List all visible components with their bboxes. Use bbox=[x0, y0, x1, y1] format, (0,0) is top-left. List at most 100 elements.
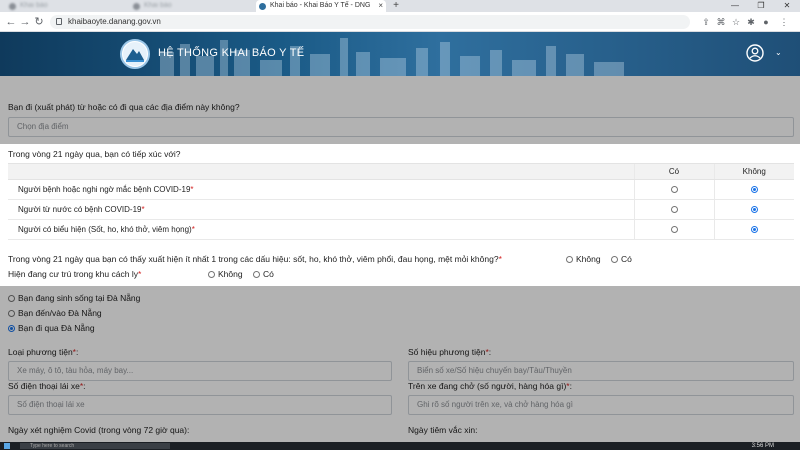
residence-option-arriving[interactable]: Bạn đến/vào Đà Nẵng bbox=[8, 308, 102, 318]
label-text: Số hiệu phương tiện bbox=[408, 347, 486, 357]
radio-no[interactable] bbox=[208, 271, 215, 279]
radio-yes[interactable] bbox=[670, 206, 678, 214]
window-controls: — ❐ ✕ bbox=[722, 0, 800, 12]
radio-no[interactable] bbox=[750, 206, 758, 214]
radio-passing[interactable] bbox=[8, 325, 15, 333]
radio-yes[interactable] bbox=[611, 256, 618, 264]
radio-living[interactable] bbox=[8, 295, 15, 303]
extensions-icon[interactable]: ✱ bbox=[745, 16, 757, 28]
symptoms-question-text: Trong vòng 21 ngày qua bạn có thấy xuất … bbox=[8, 254, 499, 264]
user-account-icon[interactable] bbox=[746, 44, 764, 62]
places-select[interactable]: Chọn địa điểm bbox=[8, 117, 794, 137]
url-field[interactable]: khaibaoyte.danang.gov.vn bbox=[50, 15, 690, 29]
taskbar-search[interactable]: Type here to search bbox=[20, 443, 170, 449]
option-label: Bạn đang sinh sống tại Đà Nẵng bbox=[18, 293, 141, 303]
symptoms-question: Trong vòng 21 ngày qua bạn có thấy xuất … bbox=[8, 254, 502, 264]
required-mark: * bbox=[79, 381, 84, 391]
lock-icon bbox=[56, 18, 62, 25]
tab-title: Khai báo bbox=[20, 2, 48, 9]
label-text: Số điện thoại lái xe bbox=[8, 381, 80, 391]
radio-yes[interactable] bbox=[253, 271, 260, 279]
vehicle-type-input[interactable]: Xe máy, ô tô, tàu hỏa, máy bay... bbox=[8, 361, 392, 381]
cargo-label: Trên xe đang chở (số người, hàng hóa gì)… bbox=[408, 381, 572, 391]
required-mark: * bbox=[190, 185, 194, 194]
windows-start-icon[interactable] bbox=[4, 443, 10, 449]
quarantine-question: Hiện đang cư trú trong khu cách ly* bbox=[8, 269, 141, 279]
symptoms-option-yes[interactable]: Có bbox=[611, 254, 632, 264]
column-header-yes: Có bbox=[633, 163, 714, 180]
radio-no[interactable] bbox=[750, 226, 758, 234]
back-icon[interactable]: ← bbox=[4, 15, 18, 29]
radio-yes[interactable] bbox=[670, 226, 678, 234]
quarantine-question-text: Hiện đang cư trú trong khu cách ly bbox=[8, 269, 138, 279]
required-mark: * bbox=[72, 347, 76, 357]
favicon-icon bbox=[9, 3, 16, 10]
address-bar: ← → ↻ khaibaoyte.danang.gov.vn ⇪ ⌘ ☆ ✱ ●… bbox=[0, 12, 800, 32]
close-tab-icon[interactable]: × bbox=[378, 0, 383, 12]
residence-option-living[interactable]: Bạn đang sinh sống tại Đà Nẵng bbox=[8, 293, 140, 303]
minimize-button[interactable]: — bbox=[722, 0, 748, 12]
site-title: HỆ THỐNG KHAI BÁO Y TẾ bbox=[158, 47, 305, 59]
contact-title: Trong vòng 21 ngày qua, bạn có tiếp xúc … bbox=[8, 149, 181, 159]
column-header-no: Không bbox=[713, 163, 794, 180]
vehicle-number-label: Số hiệu phương tiện*: bbox=[408, 347, 492, 357]
contact-row-label: Người từ nước có bệnh COVID-19 bbox=[18, 205, 142, 214]
symptoms-option-no[interactable]: Không bbox=[566, 254, 601, 264]
tab-title: Khai báo bbox=[144, 2, 172, 9]
radio-yes[interactable] bbox=[670, 186, 678, 194]
new-tab-button[interactable]: + bbox=[390, 0, 402, 12]
contact-row-label: Người có biểu hiện (Sốt, ho, khó thở, vi… bbox=[18, 225, 192, 234]
required-mark: * bbox=[141, 205, 145, 214]
danang-logo[interactable] bbox=[120, 39, 150, 69]
site-header: HỆ THỐNG KHAI BÁO Y TẾ bbox=[0, 32, 800, 76]
profile-icon[interactable]: ● bbox=[760, 16, 772, 28]
required-mark: * bbox=[485, 347, 489, 357]
quarantine-option-yes[interactable]: Có bbox=[253, 269, 274, 279]
quarantine-option-no[interactable]: Không bbox=[208, 269, 243, 279]
close-window-button[interactable]: ✕ bbox=[774, 0, 800, 12]
table-row: Người bệnh hoặc nghi ngờ mắc bệnh COVID-… bbox=[8, 179, 794, 200]
browser-tab-active[interactable]: Khai báo - Khai Báo Y Tế - DNG × bbox=[256, 0, 386, 12]
radio-arriving[interactable] bbox=[8, 310, 15, 318]
option-label: Có bbox=[263, 269, 274, 279]
browser-tab[interactable]: Khai báo bbox=[130, 0, 250, 12]
vehicle-number-input[interactable]: Biển số xe/Số hiệu chuyến bay/Tàu/Thuyền bbox=[408, 361, 794, 381]
cargo-input[interactable]: Ghi rõ số người trên xe, và chở hàng hóa… bbox=[408, 395, 794, 415]
vehicle-type-label: Loại phương tiện*: bbox=[8, 347, 79, 357]
contact-row-label: Người bệnh hoặc nghi ngờ mắc bệnh COVID-… bbox=[18, 185, 191, 194]
maximize-button[interactable]: ❐ bbox=[748, 0, 774, 12]
option-label: Có bbox=[621, 254, 632, 264]
menu-dots-icon[interactable]: ⋮ bbox=[778, 16, 790, 28]
reload-icon[interactable]: ↻ bbox=[32, 15, 46, 29]
share-icon[interactable]: ⇪ bbox=[700, 16, 712, 28]
driver-phone-label: Số điện thoại lái xe*: bbox=[8, 381, 86, 391]
favicon-icon bbox=[133, 3, 140, 10]
mountain-logo-icon bbox=[123, 42, 147, 66]
option-label: Không bbox=[218, 269, 243, 279]
option-label: Bạn đến/vào Đà Nẵng bbox=[18, 308, 102, 318]
taskbar-clock: 3:56 PM bbox=[751, 443, 774, 449]
option-label: Bạn đi qua Đà Nẵng bbox=[18, 323, 95, 333]
browser-tab[interactable]: Khai báo bbox=[6, 0, 126, 12]
radio-no[interactable] bbox=[566, 256, 573, 264]
chevron-down-icon[interactable]: ⌄ bbox=[775, 48, 782, 57]
bookmark-star-icon[interactable]: ☆ bbox=[730, 16, 742, 28]
url-text: khaibaoyte.danang.gov.vn bbox=[68, 17, 161, 26]
forward-icon[interactable]: → bbox=[18, 15, 32, 29]
option-label: Không bbox=[576, 254, 601, 264]
required-mark: * bbox=[191, 225, 195, 234]
favicon-icon bbox=[259, 3, 266, 10]
radio-no[interactable] bbox=[750, 186, 758, 194]
required-mark: * bbox=[498, 254, 502, 264]
covid-test-label: Ngày xét nghiệm Covid (trong vòng 72 giờ… bbox=[8, 425, 190, 435]
os-taskbar: Type here to search 3:56 PM bbox=[0, 442, 800, 450]
table-row: Người từ nước có bệnh COVID-19* bbox=[8, 199, 794, 220]
table-row: Người có biểu hiện (Sốt, ho, khó thở, vi… bbox=[8, 219, 794, 240]
label-text: Loại phương tiện bbox=[8, 347, 73, 357]
required-mark: * bbox=[566, 381, 570, 391]
browser-tab-bar: Khai báo Khai báo Khai báo - Khai Báo Y … bbox=[0, 0, 800, 12]
translate-icon[interactable]: ⌘ bbox=[715, 16, 727, 28]
required-mark: * bbox=[137, 269, 142, 279]
residence-option-passing[interactable]: Bạn đi qua Đà Nẵng bbox=[8, 323, 95, 333]
driver-phone-input[interactable]: Số điện thoại lái xe bbox=[8, 395, 392, 415]
